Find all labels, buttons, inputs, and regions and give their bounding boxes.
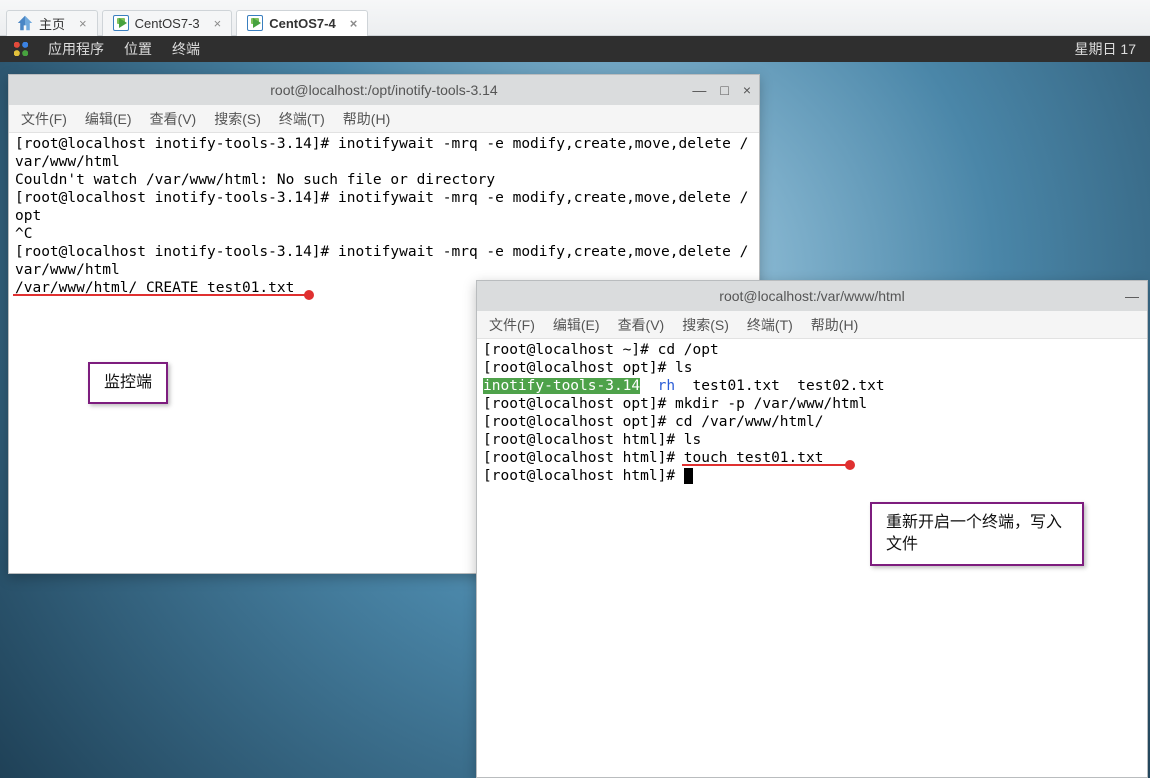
annotation-box-monitor: 监控端 — [88, 362, 168, 404]
annotation-underline — [13, 294, 309, 296]
term-line: [root@localhost opt]# cd /var/www/html/ — [483, 414, 823, 430]
activities-icon — [14, 42, 28, 56]
terminal-cursor — [684, 468, 693, 484]
menu-terminal[interactable]: 终端(T) — [279, 109, 325, 129]
vm-tab-home[interactable]: 主页 × — [6, 10, 98, 36]
menu-terminal[interactable]: 终端(T) — [747, 315, 793, 335]
menu-view[interactable]: 查看(V) — [150, 109, 197, 129]
term-dir-name: rh — [658, 378, 675, 394]
vm-tab-strip: 主页 × CentOS7-3 × CentOS7-4 × — [0, 0, 1150, 36]
term-line: Couldn't watch /var/www/html: No such fi… — [15, 172, 495, 188]
term-line: [root@localhost inotify-tools-3.14]# ino… — [15, 136, 748, 170]
vm-tab-centos7-3[interactable]: CentOS7-3 × — [102, 10, 233, 36]
minimize-button[interactable]: — — [1125, 288, 1139, 304]
desktop-top-bar: 应用程序 位置 终端 星期日 17 — [0, 36, 1150, 62]
menu-search[interactable]: 搜索(S) — [214, 109, 261, 129]
close-icon[interactable]: × — [350, 16, 358, 31]
term-line: [root@localhost ~]# cd /opt — [483, 342, 719, 358]
menu-terminal[interactable]: 终端 — [172, 39, 200, 59]
close-icon[interactable]: × — [79, 16, 87, 31]
play-icon — [119, 18, 127, 28]
vm-tab-label: CentOS7-3 — [135, 16, 200, 31]
menu-applications[interactable]: 应用程序 — [48, 39, 104, 59]
menu-help[interactable]: 帮助(H) — [811, 315, 858, 335]
terminal-menubar: 文件(F) 编辑(E) 查看(V) 搜索(S) 终端(T) 帮助(H) — [9, 105, 759, 133]
annotation-box-writer: 重新开启一个终端，写入文件 — [870, 502, 1084, 566]
close-button[interactable]: × — [743, 82, 751, 98]
menu-search[interactable]: 搜索(S) — [682, 315, 729, 335]
window-titlebar[interactable]: root@localhost:/var/www/html — — [477, 281, 1147, 311]
home-icon — [17, 15, 33, 31]
window-titlebar[interactable]: root@localhost:/opt/inotify-tools-3.14 —… — [9, 75, 759, 105]
menu-file[interactable]: 文件(F) — [21, 109, 67, 129]
term-line: [root@localhost html]# ls — [483, 432, 701, 448]
window-title: root@localhost:/opt/inotify-tools-3.14 — [270, 82, 497, 98]
clock-label[interactable]: 星期日 17 — [1075, 39, 1136, 59]
term-line: ^C — [15, 226, 32, 242]
play-icon — [253, 18, 261, 28]
term-line: [root@localhost inotify-tools-3.14]# ino… — [15, 244, 748, 278]
term-line: [root@localhost inotify-tools-3.14]# ino… — [15, 190, 748, 224]
close-icon[interactable]: × — [214, 16, 222, 31]
annotation-text: 重新开启一个终端，写入文件 — [886, 514, 1062, 553]
menu-file[interactable]: 文件(F) — [489, 315, 535, 335]
term-line: [root@localhost html]# — [483, 468, 684, 484]
window-title: root@localhost:/var/www/html — [719, 288, 904, 304]
annotation-text: 监控端 — [104, 374, 152, 391]
terminal-menubar: 文件(F) 编辑(E) 查看(V) 搜索(S) 终端(T) 帮助(H) — [477, 311, 1147, 339]
maximize-button[interactable]: □ — [720, 82, 728, 98]
term-line: test01.txt test02.txt — [675, 378, 885, 394]
minimize-button[interactable]: — — [692, 82, 706, 98]
term-line: [root@localhost opt]# mkdir -p /var/www/… — [483, 396, 867, 412]
menu-view[interactable]: 查看(V) — [618, 315, 665, 335]
vm-tab-home-label: 主页 — [39, 14, 65, 33]
vm-tab-centos7-4[interactable]: CentOS7-4 × — [236, 10, 368, 36]
annotation-underline — [682, 464, 850, 466]
menu-places[interactable]: 位置 — [124, 39, 152, 59]
vm-tab-label: CentOS7-4 — [269, 16, 335, 31]
term-line: [root@localhost opt]# ls — [483, 360, 693, 376]
desktop-area: root@localhost:/opt/inotify-tools-3.14 —… — [0, 62, 1150, 778]
menu-edit[interactable]: 编辑(E) — [85, 109, 132, 129]
menu-edit[interactable]: 编辑(E) — [553, 315, 600, 335]
menu-help[interactable]: 帮助(H) — [343, 109, 390, 129]
term-dir-highlight: inotify-tools-3.14 — [483, 378, 640, 394]
